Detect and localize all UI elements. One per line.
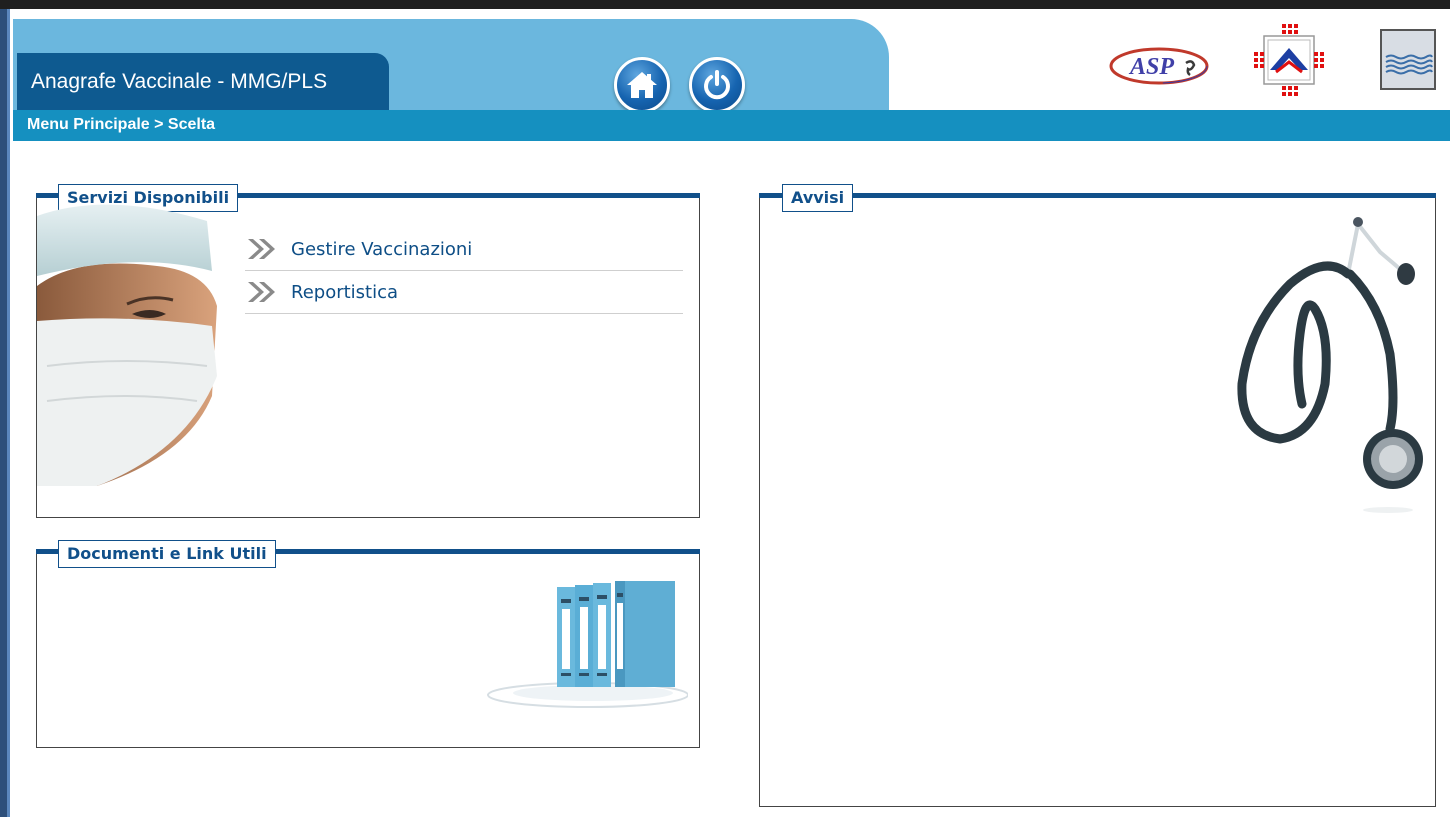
menu-item-label: Reportistica xyxy=(291,281,399,303)
coat-of-arms-logo xyxy=(1378,27,1438,93)
home-icon xyxy=(627,72,657,98)
panel-top-line xyxy=(759,193,1436,198)
breadcrumb: Menu Principale > Scelta xyxy=(27,116,216,133)
region-logo xyxy=(1252,22,1326,98)
window-top-border xyxy=(0,0,1450,9)
power-icon xyxy=(704,70,730,100)
avvisi-panel: Avvisi xyxy=(759,184,1436,807)
home-button[interactable] xyxy=(614,57,670,113)
menu-item-reportistica[interactable]: Reportistica xyxy=(245,271,683,314)
window-left-border xyxy=(0,9,10,817)
documenti-panel: Documenti e Link Utili xyxy=(36,540,700,748)
menu-item-gestire-vaccinazioni[interactable]: Gestire Vaccinazioni xyxy=(245,228,683,271)
breadcrumb-bar: Menu Principale > Scelta xyxy=(13,110,1450,141)
asp-logo: ASP xyxy=(1108,45,1210,87)
doctor-illustration xyxy=(37,196,247,486)
servizi-panel: Servizi Disponibili Gestire Vaccinazioni… xyxy=(36,184,700,518)
stethoscope-illustration xyxy=(1230,214,1425,514)
documenti-panel-title: Documenti e Link Utili xyxy=(58,540,276,568)
logout-button[interactable] xyxy=(689,57,745,113)
avvisi-panel-title: Avvisi xyxy=(782,184,854,212)
asp-logo-text: ASP xyxy=(1128,54,1174,80)
menu-item-label: Gestire Vaccinazioni xyxy=(291,238,473,260)
double-chevron-icon xyxy=(245,236,279,262)
servizi-menu: Gestire Vaccinazioni Reportistica xyxy=(245,228,683,314)
app-title: Anagrafe Vaccinale - MMG/PLS xyxy=(17,53,389,110)
binders-illustration xyxy=(483,577,689,712)
double-chevron-icon xyxy=(245,279,279,305)
